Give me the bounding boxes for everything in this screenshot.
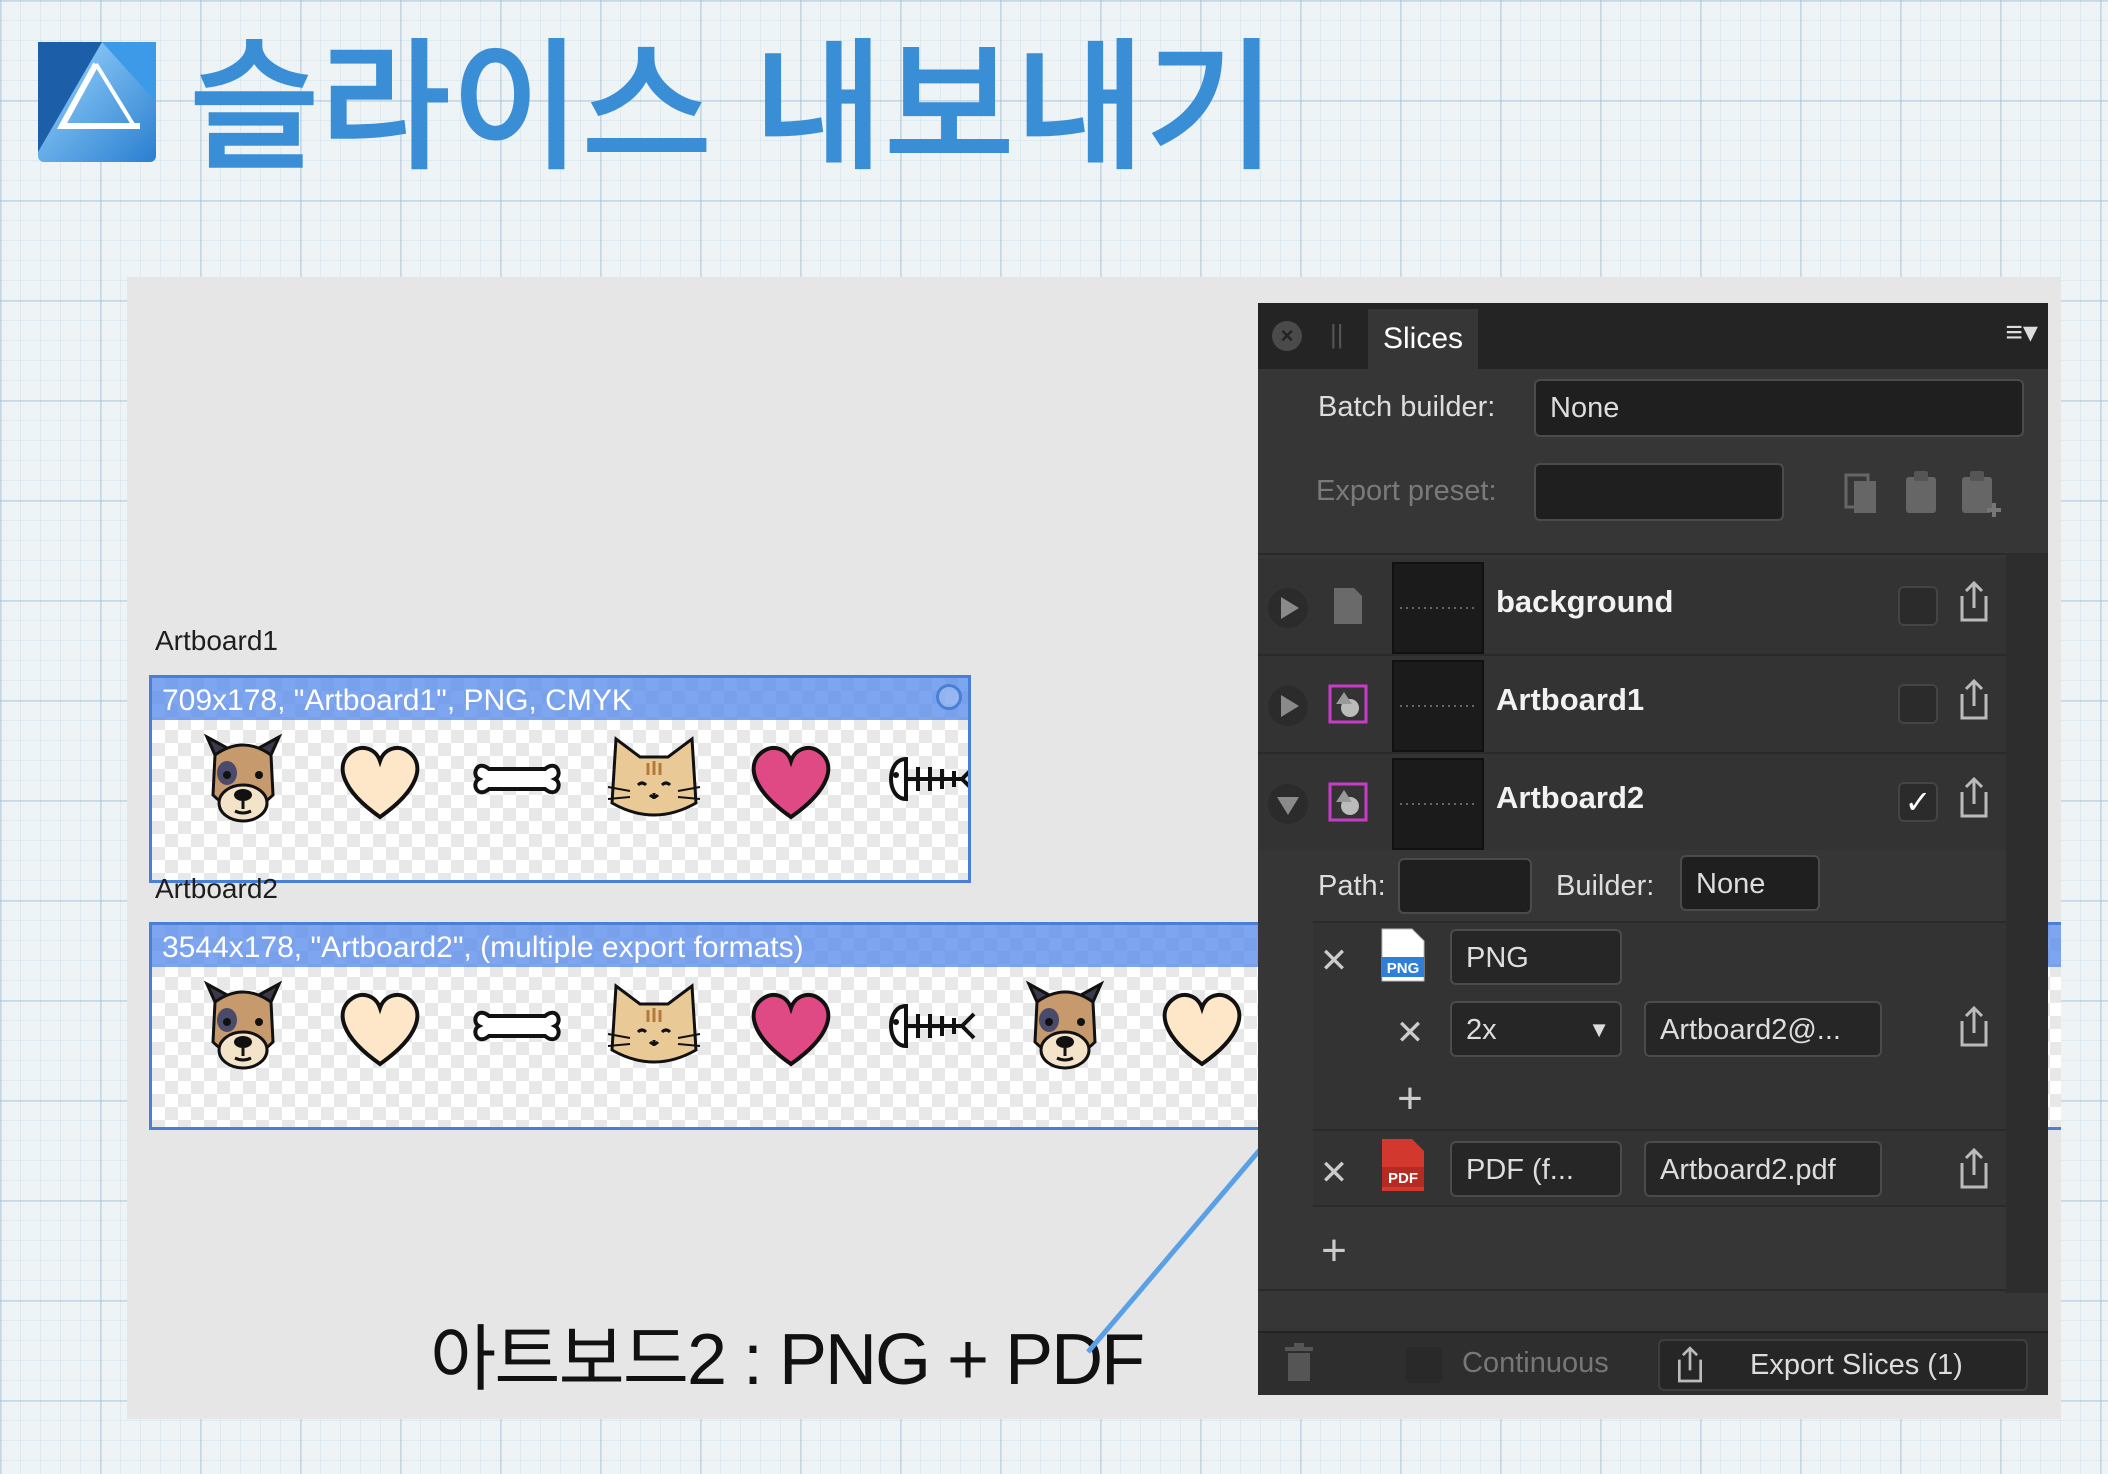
cat-face-icon [585,971,722,1081]
cream-heart-icon [311,971,448,1081]
slice-row-artboard1[interactable]: Artboard1 [1258,656,2006,754]
format-select-pdf[interactable]: PDF (f... [1450,1141,1622,1197]
slice-row-artboard2[interactable]: Artboard2 ✓ [1258,754,2006,850]
png-icon-text: PNG [1387,960,1420,977]
dropdown-arrow-icon[interactable]: ▼ [1588,1003,1610,1055]
continuous-checkbox[interactable] [1406,1347,1442,1383]
copy-preset-icon[interactable] [1844,469,1878,515]
cat-face-icon [585,724,722,834]
slice-thumbnail [1392,660,1484,752]
export-slices-button[interactable]: Export Slices (1) [1658,1339,2028,1391]
panel-close-icon[interactable]: × [1272,321,1302,351]
trash-icon[interactable] [1284,1343,1314,1383]
pink-heart-icon [722,724,859,834]
batch-builder-label: Batch builder: [1318,391,1496,423]
slices-panel: × || Slices ≡▾ Batch builder: None Expor… [1258,303,2048,1395]
slice-handle-icon[interactable] [936,684,962,710]
dog-face-icon [174,724,311,834]
filename-field-pdf[interactable]: Artboard2.pdf [1644,1141,1882,1197]
document-icon [1334,588,1362,624]
remove-scale-icon[interactable]: ✕ [1392,1015,1428,1051]
artboard-slice-icon [1328,782,1368,822]
fish-bone-icon [859,971,996,1081]
fish-bone-icon [859,724,968,834]
panel-footer: Continuous Export Slices (1) [1258,1331,2048,1395]
slice-thumbnail [1392,758,1484,850]
expand-arrow-icon[interactable] [1268,686,1308,726]
panel-grip-icon[interactable]: || [1330,319,1344,350]
bone-icon [448,971,585,1081]
remove-format-icon[interactable]: ✕ [1316,943,1352,979]
paste-preset-icon[interactable] [1904,469,1938,515]
slice-checkbox-checked[interactable]: ✓ [1898,782,1938,822]
export-share-icon[interactable] [1956,678,1992,722]
pink-heart-icon [722,971,859,1081]
artboard1-icons [174,724,968,834]
export-preset-select[interactable] [1534,463,1784,521]
export-slices-label: Export Slices (1) [1750,1349,1963,1381]
slice-name[interactable]: Artboard2 [1496,780,1644,816]
png-file-icon: PNG [1381,928,1425,982]
pdf-file-icon: PDF [1382,1139,1424,1191]
artboard2-label[interactable]: Artboard2 [155,873,278,905]
batch-builder-select[interactable]: None [1534,379,2024,437]
path-label: Path: [1318,870,1386,902]
cream-heart-icon [1133,971,1270,1081]
panel-tab-bar: × || Slices ≡▾ [1258,303,2048,369]
export-icon [1678,1346,1702,1383]
dog-face-icon [174,971,311,1081]
pdf-icon-text: PDF [1388,1170,1418,1187]
builder-label: Builder: [1556,870,1655,902]
filename-field-png[interactable]: Artboard2@... [1644,1001,1882,1057]
scale-value: 2x [1466,1014,1497,1046]
export-share-icon[interactable] [1956,1005,1992,1049]
export-share-icon[interactable] [1956,776,1992,820]
add-scale-icon[interactable]: + [1392,1077,1428,1121]
slice-name[interactable]: background [1496,584,1673,620]
artboard1[interactable]: 709x178, "Artboard1", PNG, CMYK [149,675,971,883]
expand-arrow-icon[interactable] [1268,588,1308,628]
bone-icon [448,724,585,834]
builder-select[interactable]: None [1680,855,1820,911]
artboard1-label[interactable]: Artboard1 [155,625,278,657]
export-share-icon[interactable] [1956,1147,1992,1191]
collapse-arrow-icon[interactable] [1268,784,1308,824]
slice-thumbnail [1392,562,1484,654]
add-format-icon[interactable]: + [1316,1229,1352,1273]
artboard-slice-icon [1328,684,1368,724]
cream-heart-icon [311,724,448,834]
artboard1-slice-info: 709x178, "Artboard1", PNG, CMYK [152,678,968,720]
affinity-designer-logo-icon [38,42,156,162]
slice-checkbox[interactable] [1898,684,1938,724]
export-preset-label: Export preset: [1316,475,1497,507]
page-title: 슬라이스 내보내기 [190,29,1278,186]
dog-face-icon [996,971,1133,1081]
format-select-png[interactable]: PNG [1450,929,1622,985]
path-field[interactable] [1398,858,1532,914]
scale-select[interactable]: 2x ▼ [1450,1001,1622,1057]
continuous-label: Continuous [1462,1347,1609,1379]
panel-menu-icon[interactable]: ≡▾ [2005,315,2038,350]
export-share-icon[interactable] [1956,580,1992,624]
slice-row-background[interactable]: background [1258,558,2006,656]
panel-scrollbar[interactable] [2006,553,2048,1293]
add-preset-icon[interactable] [1960,469,2006,519]
slice-name[interactable]: Artboard1 [1496,682,1644,718]
slice-checkbox[interactable] [1898,586,1938,626]
remove-format-icon[interactable]: ✕ [1316,1155,1352,1191]
tab-slices[interactable]: Slices [1368,309,1478,369]
annotation-text: 아트보드2 : PNG + PDF [430,1320,1145,1400]
